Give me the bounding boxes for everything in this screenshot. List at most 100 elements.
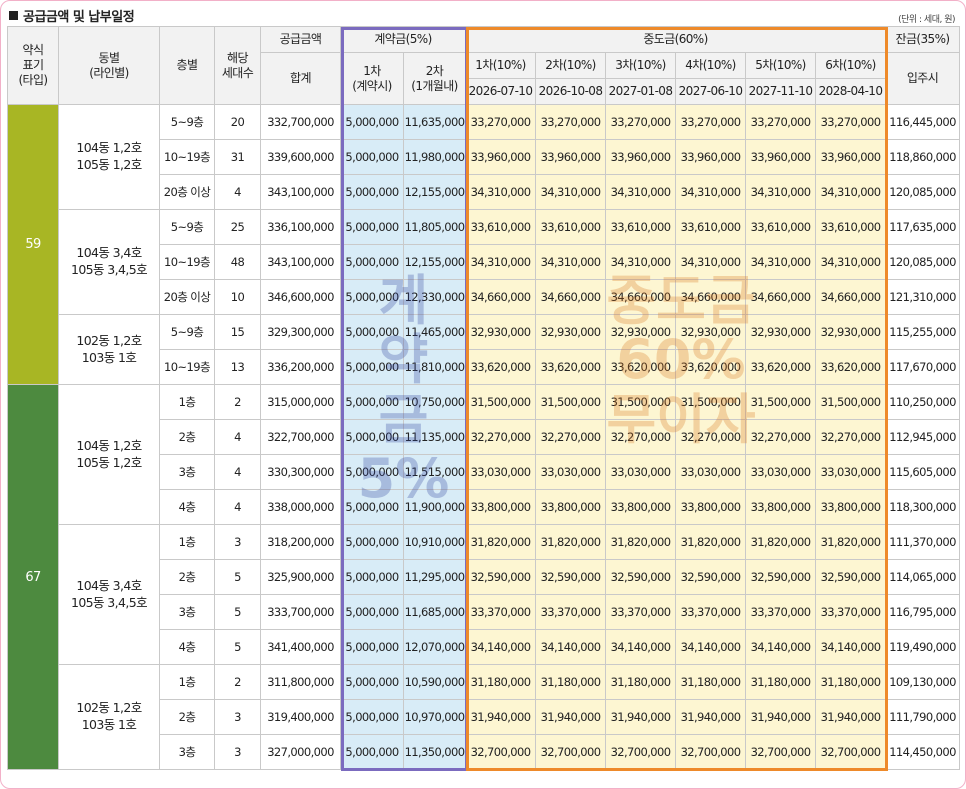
middle-payment-cell: 32,270,000 <box>745 419 816 455</box>
middle-payment-cell: 33,370,000 <box>465 594 536 630</box>
middle-payment-cell: 31,500,000 <box>815 384 886 420</box>
middle-payment-cell: 33,960,000 <box>605 139 676 175</box>
middle-payment-cell: 34,660,000 <box>745 279 816 315</box>
middle-payment-cell: 32,930,000 <box>535 314 606 350</box>
units-cell: 20 <box>214 104 261 140</box>
middle-payment-cell: 32,270,000 <box>465 419 536 455</box>
balance-cell: 118,300,000 <box>885 489 960 525</box>
contract-2-cell: 12,155,000 <box>403 244 466 280</box>
contract-2-cell: 10,750,000 <box>403 384 466 420</box>
header-type: 약식 표기 (타입) <box>7 26 59 105</box>
floor-cell: 2층 <box>159 699 215 735</box>
floor-cell: 2층 <box>159 419 215 455</box>
units-cell: 4 <box>214 419 261 455</box>
middle-payment-cell: 34,140,000 <box>535 629 606 665</box>
floor-cell: 20층 이상 <box>159 174 215 210</box>
dong-cell: 102동 1,2호 103동 1호 <box>58 314 160 385</box>
contract-2-cell: 10,590,000 <box>403 664 466 700</box>
header-middle-label: 3차(10%) <box>605 52 676 79</box>
middle-payment-cell: 33,610,000 <box>815 209 886 245</box>
dong-cell: 104동 3,4호 105동 3,4,5호 <box>58 209 160 315</box>
schedule-panel: 공급금액 및 납부일정 (단위 : 세대, 원) 약식 표기 (타입) 동별 (라인별)… <box>0 0 966 789</box>
middle-payment-cell: 32,930,000 <box>815 314 886 350</box>
units-cell: 5 <box>214 559 261 595</box>
contract-1-cell: 5,000,000 <box>340 244 404 280</box>
middle-payment-cell: 32,700,000 <box>465 734 536 770</box>
balance-cell: 116,795,000 <box>885 594 960 630</box>
units-cell: 25 <box>214 209 261 245</box>
floor-cell: 2층 <box>159 559 215 595</box>
header-row-1: 약식 표기 (타입) 동별 (라인별) 층별 해당 세대수 공급금액 계약금(5%) 중도금(60%… <box>7 26 960 105</box>
middle-payment-cell: 32,590,000 <box>465 559 536 595</box>
header-middle-date: 2027-06-10 <box>675 78 746 105</box>
contract-1-cell: 5,000,000 <box>340 349 404 385</box>
units-cell: 4 <box>214 489 261 525</box>
floor-cell: 10~19층 <box>159 244 215 280</box>
balance-cell: 117,670,000 <box>885 349 960 385</box>
total-cell: 325,900,000 <box>260 559 341 595</box>
middle-payment-cell: 33,270,000 <box>535 104 606 140</box>
contract-2-cell: 12,155,000 <box>403 174 466 210</box>
header-middle-label: 5차(10%) <box>745 52 816 79</box>
header-supply-total: 합계 <box>260 52 341 105</box>
balance-cell: 115,255,000 <box>885 314 960 350</box>
middle-payment-cell: 33,960,000 <box>815 139 886 175</box>
header-middle-date: 2027-11-10 <box>745 78 816 105</box>
contract-1-cell: 5,000,000 <box>340 454 404 490</box>
middle-payment-cell: 33,620,000 <box>465 349 536 385</box>
middle-payment-cell: 31,940,000 <box>815 699 886 735</box>
balance-cell: 118,860,000 <box>885 139 960 175</box>
balance-cell: 114,065,000 <box>885 559 960 595</box>
floor-cell: 3층 <box>159 734 215 770</box>
middle-payment-cell: 32,700,000 <box>745 734 816 770</box>
middle-payment-cell: 31,500,000 <box>745 384 816 420</box>
middle-payment-cell: 32,700,000 <box>535 734 606 770</box>
units-cell: 10 <box>214 279 261 315</box>
contract-2-cell: 12,330,000 <box>403 279 466 315</box>
middle-payment-cell: 33,030,000 <box>815 454 886 490</box>
floor-cell: 4층 <box>159 489 215 525</box>
units-cell: 2 <box>214 384 261 420</box>
units-cell: 3 <box>214 699 261 735</box>
middle-payment-cell: 33,370,000 <box>535 594 606 630</box>
middle-payment-cell: 33,370,000 <box>605 594 676 630</box>
middle-payment-cell: 33,370,000 <box>745 594 816 630</box>
table-header: 약식 표기 (타입) 동별 (라인별) 층별 해당 세대수 공급금액 계약금(5%) 중도금(60%… <box>7 26 960 105</box>
total-cell: 336,200,000 <box>260 349 341 385</box>
middle-payment-cell: 33,370,000 <box>675 594 746 630</box>
header-balance: 잔금(35%) <box>885 26 960 53</box>
middle-payment-cell: 33,270,000 <box>815 104 886 140</box>
floor-cell: 5~9층 <box>159 314 215 350</box>
contract-2-cell: 11,515,000 <box>403 454 466 490</box>
middle-payment-cell: 33,030,000 <box>465 454 536 490</box>
middle-payment-cell: 33,030,000 <box>745 454 816 490</box>
header-units: 해당 세대수 <box>214 26 261 105</box>
floor-cell: 3층 <box>159 454 215 490</box>
total-cell: 315,000,000 <box>260 384 341 420</box>
contract-1-cell: 5,000,000 <box>340 314 404 350</box>
middle-payment-cell: 33,610,000 <box>675 209 746 245</box>
header-middle-date: 2026-07-10 <box>465 78 536 105</box>
total-cell: 333,700,000 <box>260 594 341 630</box>
middle-payment-cell: 33,620,000 <box>605 349 676 385</box>
header-middle: 중도금(60%) <box>465 26 886 53</box>
middle-payment-cell: 32,270,000 <box>815 419 886 455</box>
balance-cell: 112,945,000 <box>885 419 960 455</box>
contract-2-cell: 11,685,000 <box>403 594 466 630</box>
table-row: 67 104동 1,2호 105동 1,2호 1층 2 315,000,000 5,000,… <box>7 384 960 770</box>
middle-payment-cell: 31,500,000 <box>465 384 536 420</box>
floor-cell: 10~19층 <box>159 139 215 175</box>
middle-payment-cell: 31,940,000 <box>465 699 536 735</box>
total-cell: 311,800,000 <box>260 664 341 700</box>
balance-cell: 119,490,000 <box>885 629 960 665</box>
middle-payment-cell: 34,140,000 <box>605 629 676 665</box>
floor-cell: 1층 <box>159 664 215 700</box>
middle-payment-cell: 33,270,000 <box>675 104 746 140</box>
middle-payment-cell: 33,620,000 <box>815 349 886 385</box>
middle-payment-cell: 31,940,000 <box>675 699 746 735</box>
floor-cell: 4층 <box>159 629 215 665</box>
header-contract-1: 1차 (계약시) <box>340 52 404 105</box>
header-balance-sub: 입주시 <box>885 52 960 105</box>
total-cell: 346,600,000 <box>260 279 341 315</box>
contract-1-cell: 5,000,000 <box>340 139 404 175</box>
